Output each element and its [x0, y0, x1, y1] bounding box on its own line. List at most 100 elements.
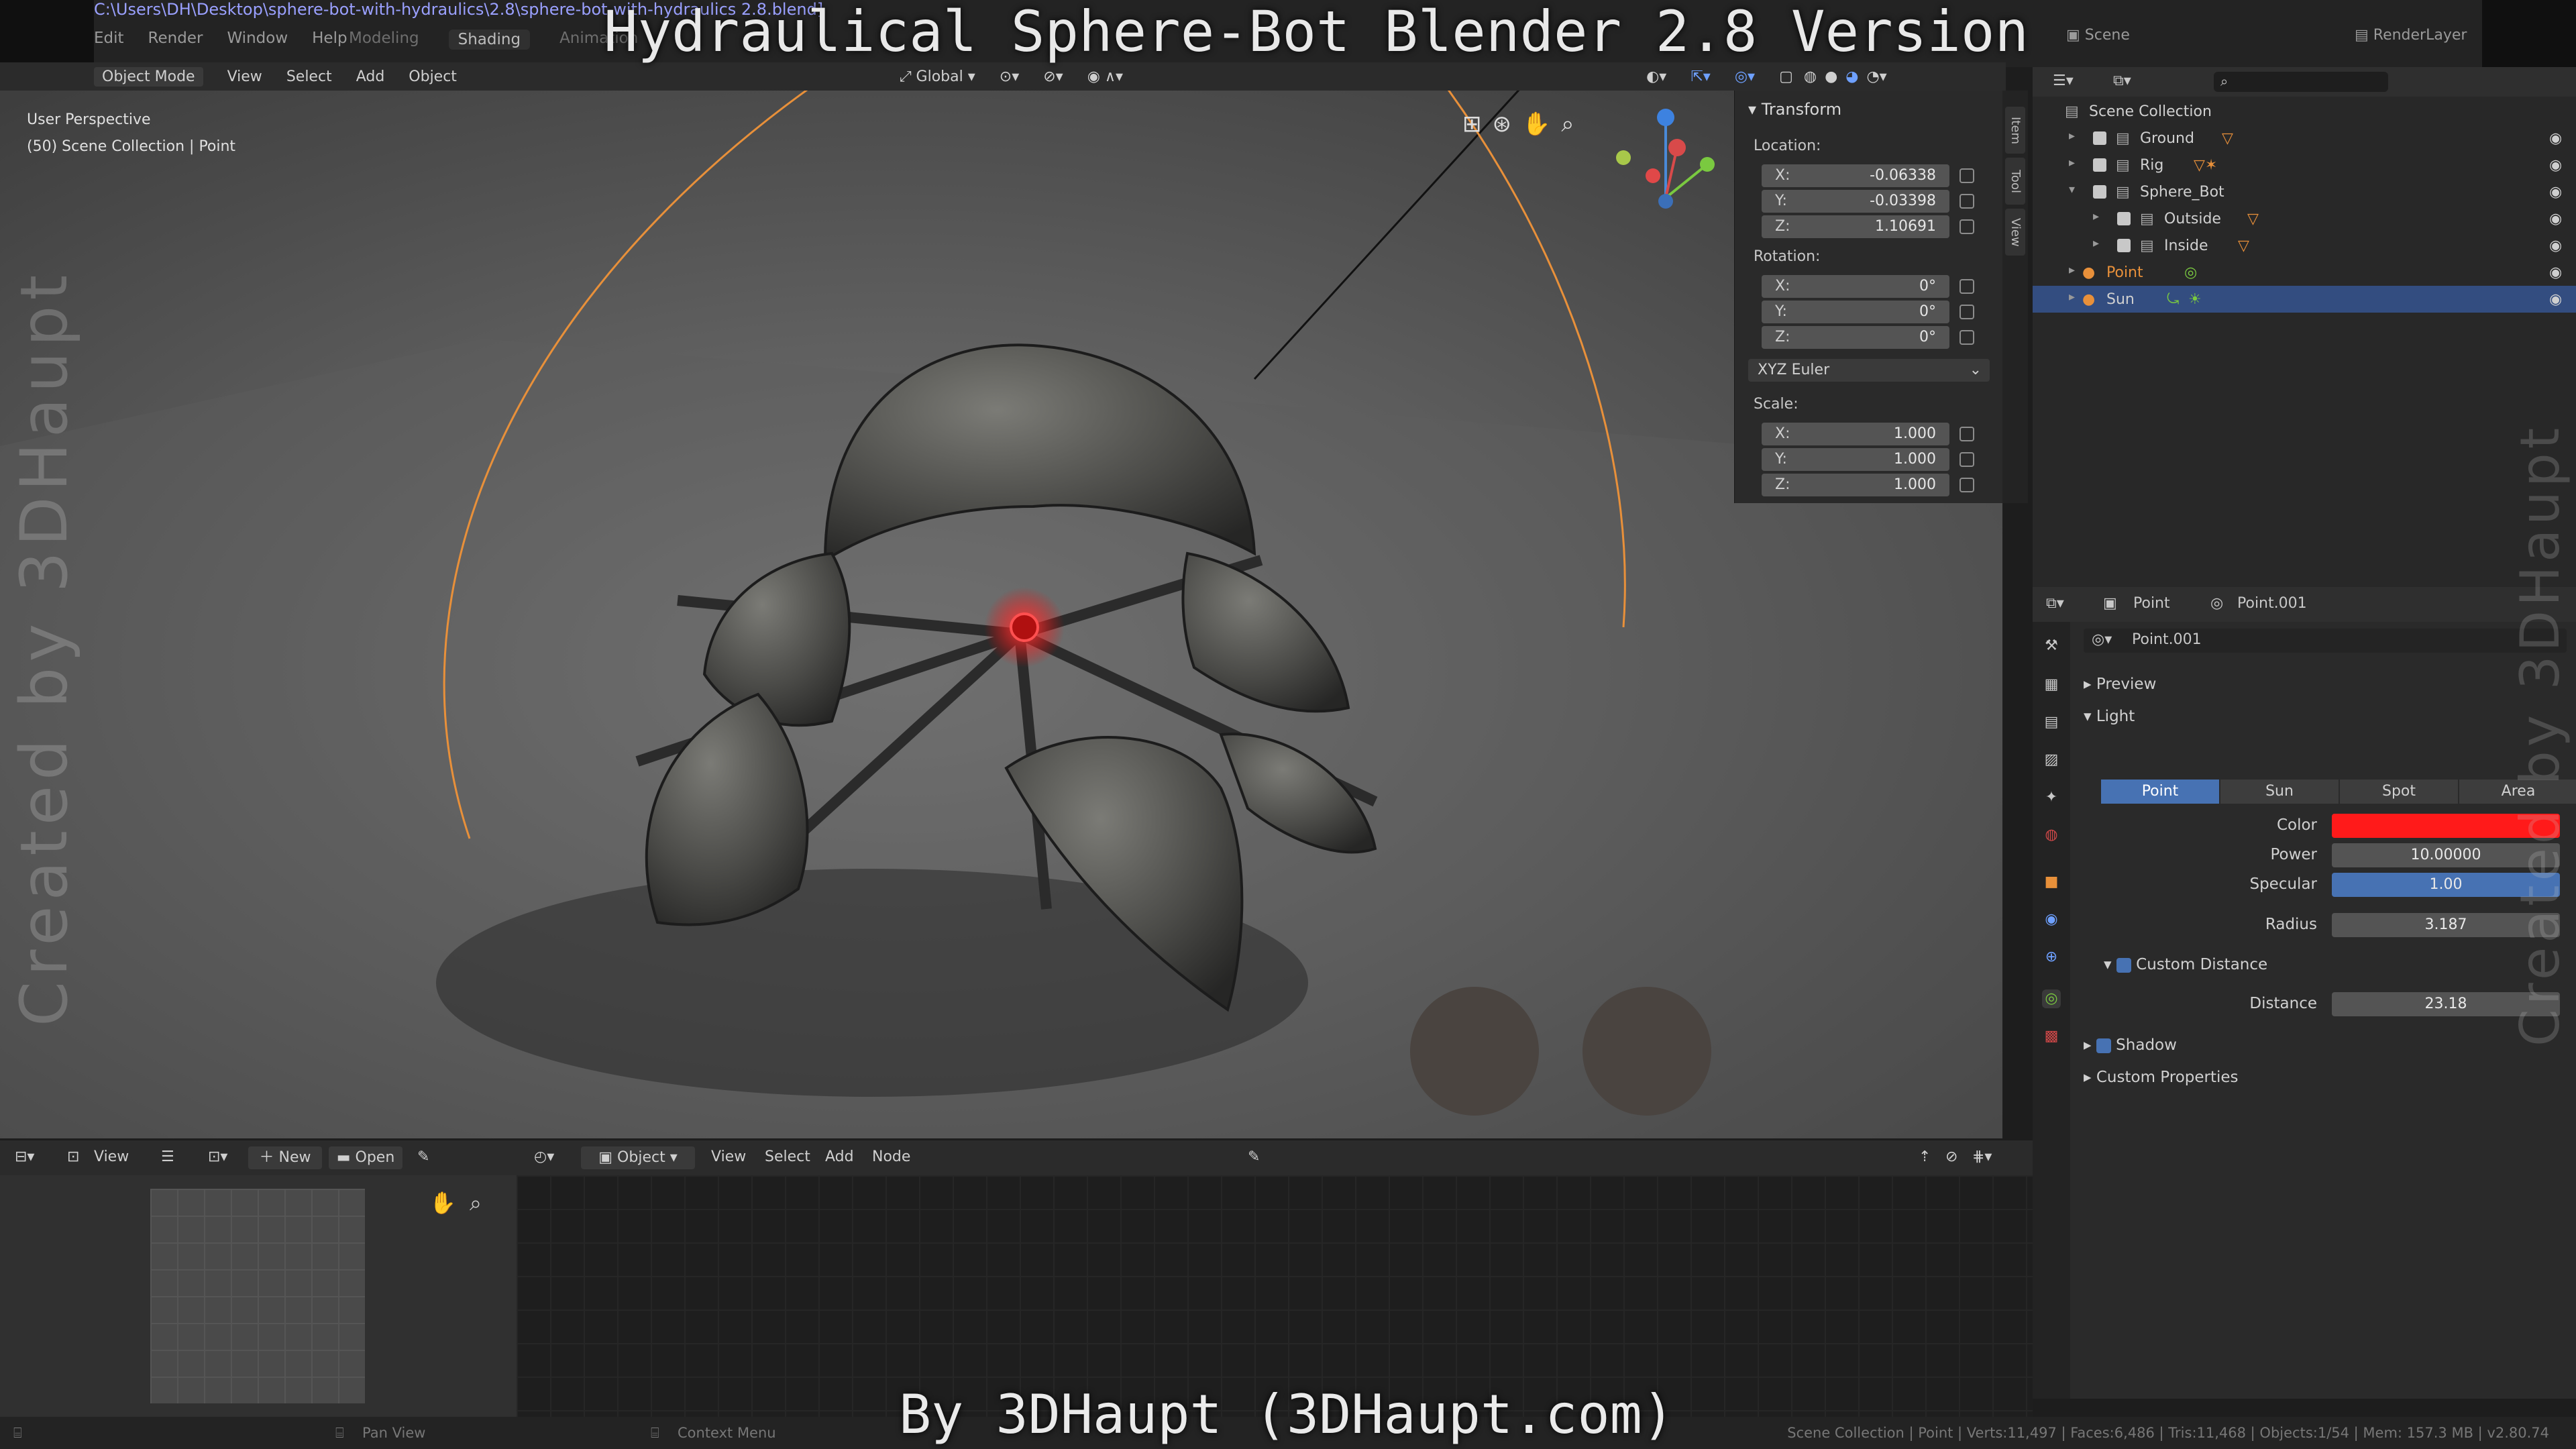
shading-wireframe-icon[interactable]: ◍ [1804, 68, 1817, 85]
zoom-icon[interactable]: ⌕ [1561, 111, 1574, 138]
lock-icon[interactable] [1960, 427, 1974, 441]
constraints-tab-icon[interactable]: ⊕ [2042, 948, 2061, 967]
context-data[interactable]: Point.001 [2237, 595, 2307, 612]
perspective-toggle-icon[interactable]: ⊛ [1493, 111, 1512, 138]
physics-tab-icon[interactable]: ◉ [2042, 910, 2061, 929]
menu-view[interactable]: View [227, 68, 262, 85]
pin-icon[interactable]: ✎ [417, 1148, 429, 1165]
scale-y-field[interactable]: Y: 1.000 [1762, 448, 1949, 471]
shadow-checkbox[interactable] [2096, 1038, 2111, 1053]
menu-object[interactable]: Object [409, 68, 457, 85]
filter-icon[interactable]: ⧉▾ [2113, 72, 2131, 89]
zoom-icon[interactable]: ⌕ [470, 1190, 482, 1216]
expand-arrow-icon[interactable]: ▸ [2069, 263, 2075, 277]
light-type-point[interactable]: Point [2101, 780, 2219, 804]
menu-add[interactable]: Add [825, 1148, 854, 1165]
texture-tab-icon[interactable]: ▩ [2042, 1027, 2061, 1046]
lock-icon[interactable] [1960, 330, 1974, 345]
gizmo-toggle-icon[interactable]: ⇱▾ [1690, 68, 1710, 85]
menu-render[interactable]: Render [148, 30, 203, 47]
parent-node-icon[interactable]: ⇡ [1919, 1148, 1931, 1165]
open-image-button[interactable]: ▬ Open [329, 1146, 402, 1169]
tab-tool[interactable]: Tool [2005, 158, 2025, 205]
scale-z-field[interactable]: Z: 1.000 [1762, 474, 1949, 496]
new-image-button[interactable]: ＋ New [248, 1146, 322, 1169]
menu-select[interactable]: Select [765, 1148, 810, 1165]
node-editor[interactable] [517, 1175, 2033, 1417]
display-mode-icon[interactable]: ☰▾ [2053, 72, 2074, 89]
outliner-row-sphere-bot[interactable]: ▾ ▤ Sphere_Bot ◉ [2033, 178, 2576, 205]
output-tab-icon[interactable]: ▤ [2042, 713, 2061, 732]
pan-hand-icon[interactable]: ✋ [429, 1190, 456, 1216]
editor-type-icon[interactable]: ◴▾ [534, 1148, 554, 1165]
menu-node[interactable]: Node [872, 1148, 910, 1165]
location-z-field[interactable]: Z: 1.10691 [1762, 215, 1949, 238]
scene-tab-icon[interactable]: ✦ [2042, 788, 2061, 807]
eye-icon[interactable]: ◉ [2549, 130, 2562, 147]
editor-type-icon[interactable]: ⧉▾ [2046, 595, 2064, 612]
shading-lookdev-icon[interactable]: ◕ [1845, 68, 1858, 85]
menu-edit[interactable]: Edit [94, 30, 124, 47]
hamburger-icon[interactable]: ☰ [161, 1148, 174, 1165]
light-type-spot[interactable]: Spot [2340, 780, 2458, 804]
light-section[interactable]: ▾ Light [2084, 708, 2135, 725]
proportional-icon[interactable]: ◉ ∧▾ [1087, 68, 1123, 85]
light-data-tab-icon[interactable]: ◎ [2042, 989, 2061, 1008]
lock-icon[interactable] [1960, 168, 1974, 183]
outliner-row-sun[interactable]: ▸ ● Sun ⤿ ☀ ◉ [2033, 286, 2576, 313]
eye-icon[interactable]: ◉ [2549, 264, 2562, 281]
shading-solid-icon[interactable]: ● [1825, 68, 1837, 85]
lock-icon[interactable] [1960, 305, 1974, 319]
xray-icon[interactable]: ▢ [1779, 68, 1793, 85]
lock-icon[interactable] [1960, 219, 1974, 234]
scale-x-field[interactable]: X: 1.000 [1762, 423, 1949, 445]
eye-icon[interactable]: ◉ [2549, 211, 2562, 227]
lock-icon[interactable] [1960, 279, 1974, 294]
pan-hand-icon[interactable]: ✋ [1522, 111, 1550, 138]
lock-icon[interactable] [1960, 478, 1974, 492]
render-layer-selector[interactable]: ▤ RenderLayer [2355, 27, 2467, 44]
tab-item[interactable]: Item [2005, 107, 2025, 154]
outliner-row-inside[interactable]: ▸ ▤ Inside ▽ ◉ [2033, 232, 2576, 259]
shadow-section[interactable]: ▸ Shadow [2084, 1036, 2177, 1054]
image-browse-icon[interactable]: ⊡▾ [208, 1148, 227, 1165]
exclude-checkbox[interactable] [2093, 158, 2106, 172]
expand-arrow-icon[interactable]: ▸ [2093, 236, 2099, 250]
outliner-row-point[interactable]: ▸ ● Point ◎ ◉ [2033, 259, 2576, 286]
context-object[interactable]: Point [2133, 595, 2170, 612]
camera-view-icon[interactable]: ⊞ [1462, 111, 1482, 138]
tool-tab-icon[interactable]: ⚒ [2042, 637, 2061, 655]
exclude-checkbox[interactable] [2093, 131, 2106, 145]
snap-icon[interactable]: ⊘▾ [1043, 68, 1063, 85]
world-tab-icon[interactable]: ◍ [2042, 826, 2061, 845]
view-layer-tab-icon[interactable]: ▨ [2042, 751, 2061, 769]
overlay-toggle-icon[interactable]: ◎▾ [1735, 68, 1755, 85]
menu-view[interactable]: View [711, 1148, 746, 1165]
rotation-x-field[interactable]: X: 0° [1762, 275, 1949, 298]
object-tab-icon[interactable]: ■ [2042, 873, 2061, 892]
expand-arrow-icon[interactable]: ▸ [2069, 290, 2075, 304]
outliner-row-scene-collection[interactable]: ▤ Scene Collection [2033, 98, 2576, 125]
render-tab-icon[interactable]: ▦ [2042, 676, 2061, 694]
outliner-row-outside[interactable]: ▸ ▤ Outside ▽ ◉ [2033, 205, 2576, 232]
expand-arrow-icon[interactable]: ▸ [2069, 156, 2075, 170]
pivot-icon[interactable]: ⊙▾ [1000, 68, 1019, 85]
tab-shading[interactable]: Shading [448, 30, 531, 50]
shading-rendered-icon[interactable]: ◔▾ [1866, 68, 1886, 85]
visibility-icon[interactable]: ◐▾ [1646, 68, 1666, 85]
expand-arrow-icon[interactable]: ▸ [2069, 129, 2075, 143]
lock-icon[interactable] [1960, 452, 1974, 467]
transform-header[interactable]: ▾ Transform [1748, 100, 1841, 119]
menu-add[interactable]: Add [356, 68, 385, 85]
tab-modeling[interactable]: Modeling [349, 30, 419, 50]
shader-type-dropdown[interactable]: ▣ Object ▾ [581, 1146, 695, 1169]
snap-icon[interactable]: ⊘ [1945, 1148, 1957, 1165]
image-mode-icon[interactable]: ⊡ [67, 1148, 79, 1165]
eye-icon[interactable]: ◉ [2549, 237, 2562, 254]
3d-viewport[interactable]: User Perspective (50) Scene Collection |… [0, 91, 2002, 1138]
custom-properties-section[interactable]: ▸ Custom Properties [2084, 1069, 2239, 1086]
tab-view[interactable]: View [2005, 209, 2025, 256]
light-datablock-selector[interactable]: ◎▾ Point.001 [2084, 629, 2567, 653]
outliner-row-rig[interactable]: ▸ ▤ Rig ▽✶ ◉ [2033, 152, 2576, 178]
menu-help[interactable]: Help [312, 30, 347, 47]
